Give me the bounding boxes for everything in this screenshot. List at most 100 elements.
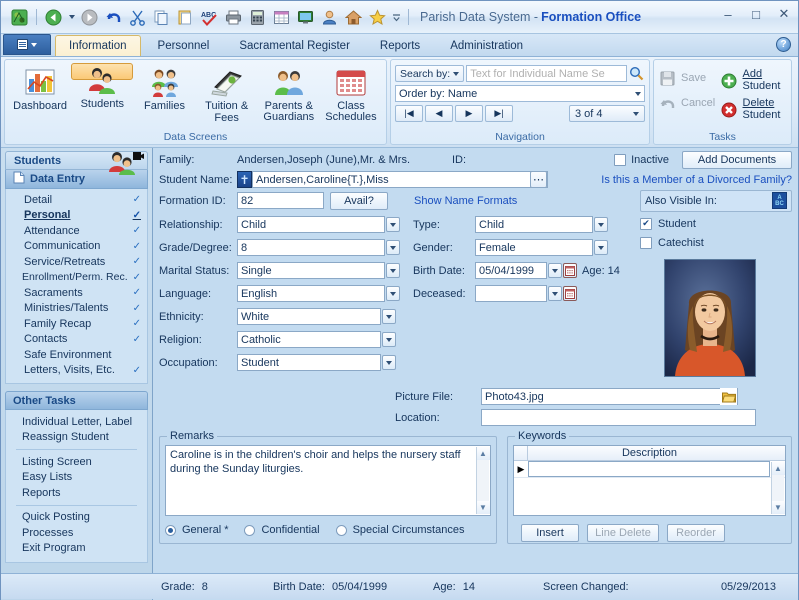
sidebar-item-individual-letter-label[interactable]: Individual Letter, Label xyxy=(6,414,147,430)
inactive-checkbox[interactable] xyxy=(614,154,627,166)
keywords-description-cell[interactable] xyxy=(528,461,770,477)
sidebar-item-contacts[interactable]: Contacts ✓ xyxy=(6,332,147,348)
chevron-down-icon[interactable] xyxy=(548,263,562,278)
occupation-select[interactable]: Student xyxy=(237,354,381,371)
student-name-ellipsis-button[interactable]: ⋯ xyxy=(530,171,547,188)
sidebar-item-reassign-student[interactable]: Reassign Student xyxy=(6,430,147,446)
sidebar-item-family-recap[interactable]: Family Recap ✓ xyxy=(6,316,147,332)
table-icon[interactable] xyxy=(271,7,292,28)
calendar-picker-icon[interactable] xyxy=(563,263,577,278)
location-input[interactable] xyxy=(481,409,756,426)
tab-personnel[interactable]: Personnel xyxy=(145,35,223,56)
language-select[interactable]: English xyxy=(237,285,385,302)
record-counter-dropdown[interactable]: 3 of 4 xyxy=(569,105,645,122)
back-dropdown-icon[interactable] xyxy=(67,7,76,28)
line-delete-button[interactable]: Line Delete xyxy=(587,524,659,542)
tab-information[interactable]: Information xyxy=(55,35,141,56)
search-icon[interactable] xyxy=(628,65,645,82)
sidebar-item-communication[interactable]: Communication ✓ xyxy=(6,239,147,255)
sidebar-item-sacraments[interactable]: Sacraments ✓ xyxy=(6,285,147,301)
forward-icon[interactable] xyxy=(79,7,100,28)
abc-icon[interactable]: A BC xyxy=(772,192,787,209)
close-button[interactable]: ✕ xyxy=(776,6,792,22)
app-logo-icon[interactable] xyxy=(9,7,30,28)
ribbon-button-dashboard[interactable]: Dashboard xyxy=(9,63,71,127)
sidebar-item-safe-environment[interactable]: Safe Environment xyxy=(6,347,147,363)
relationship-select[interactable]: Child xyxy=(237,216,385,233)
avail-button[interactable]: Avail? xyxy=(330,191,388,210)
minimize-button[interactable]: – xyxy=(720,6,736,22)
sidebar-item-detail[interactable]: Detail ✓ xyxy=(6,192,147,208)
catechist-checkbox[interactable] xyxy=(640,236,652,249)
contact-icon[interactable] xyxy=(319,7,340,28)
home-icon[interactable] xyxy=(343,7,364,28)
keywords-scrollbar[interactable]: ▲ ▼ xyxy=(771,462,785,514)
remarks-radio-general[interactable] xyxy=(165,524,176,536)
add-student-button[interactable]: Add Student xyxy=(720,68,787,92)
grade-degree-select[interactable]: 8 xyxy=(237,239,385,256)
paste-icon[interactable] xyxy=(175,7,196,28)
tab-administration[interactable]: Administration xyxy=(437,35,536,56)
favorites-icon[interactable] xyxy=(367,7,388,28)
ribbon-button-students[interactable]: Students xyxy=(71,63,134,110)
deceased-input[interactable] xyxy=(475,285,547,302)
sidebar-item-easy-lists[interactable]: Easy Lists xyxy=(6,470,147,486)
formation-id-input[interactable]: 82 xyxy=(237,192,324,209)
cut-icon[interactable] xyxy=(127,7,148,28)
search-by-button[interactable]: Search by: xyxy=(395,65,465,82)
save-button[interactable]: Save xyxy=(658,69,720,88)
application-menu-button[interactable] xyxy=(3,34,51,55)
type-select[interactable]: Child xyxy=(475,216,593,233)
chevron-down-icon[interactable] xyxy=(386,217,400,232)
picture-file-input[interactable]: Photo43.jpg xyxy=(481,388,738,405)
order-by-select[interactable]: Order by: Name xyxy=(395,85,645,102)
chevron-down-icon[interactable] xyxy=(386,286,400,301)
ribbon-button-families[interactable]: Families xyxy=(133,63,195,127)
print-icon[interactable] xyxy=(223,7,244,28)
scroll-down-icon[interactable]: ▼ xyxy=(476,501,490,514)
scroll-up-icon[interactable]: ▲ xyxy=(771,462,785,475)
last-record-button[interactable]: ▶| xyxy=(485,105,513,122)
search-input[interactable]: Text for Individual Name Se xyxy=(466,65,627,82)
cancel-button[interactable]: Cancel xyxy=(658,94,720,113)
ribbon-button-tuition-fees[interactable]: Tuition & Fees xyxy=(196,63,258,127)
first-record-button[interactable]: |◀ xyxy=(395,105,423,122)
sidebar-item-letters-visits-etc[interactable]: Letters, Visits, Etc. ✓ xyxy=(6,363,147,379)
sidebar-item-personal[interactable]: Personal ✓ xyxy=(6,208,147,224)
tab-reports[interactable]: Reports xyxy=(367,35,433,56)
screen-icon[interactable] xyxy=(295,7,316,28)
ethnicity-select[interactable]: White xyxy=(237,308,381,325)
calendar-picker-icon[interactable] xyxy=(563,286,577,301)
sidebar-item-listing-screen[interactable]: Listing Screen xyxy=(6,454,147,470)
sidebar-item-processes[interactable]: Processes xyxy=(6,525,147,541)
scroll-down-icon[interactable]: ▼ xyxy=(771,501,785,514)
ribbon-button-parents-guardians[interactable]: Parents & Guardians xyxy=(258,63,320,127)
folder-browse-icon[interactable] xyxy=(720,388,737,405)
customize-icon[interactable] xyxy=(391,7,402,28)
remarks-radio-special[interactable] xyxy=(335,524,347,536)
remarks-scrollbar[interactable]: ▲ ▼ xyxy=(476,447,490,514)
insert-button[interactable]: Insert xyxy=(521,524,579,542)
help-icon[interactable]: ? xyxy=(776,37,791,52)
chevron-down-icon[interactable] xyxy=(386,263,400,278)
table-row[interactable]: ▶ xyxy=(514,461,785,478)
keywords-grid[interactable]: Description ▶ ▲ ▼ xyxy=(513,445,786,516)
divorced-family-question[interactable]: Is this a Member of a Divorced Family? xyxy=(601,174,792,186)
next-record-button[interactable]: ▶ xyxy=(455,105,483,122)
copy-icon[interactable] xyxy=(151,7,172,28)
chevron-down-icon[interactable] xyxy=(386,240,400,255)
religion-select[interactable]: Catholic xyxy=(237,331,381,348)
undo-icon[interactable] xyxy=(103,7,124,28)
ribbon-button-class-schedules[interactable]: Class Schedules xyxy=(320,63,382,127)
gender-select[interactable]: Female xyxy=(475,239,593,256)
sidebar-item-ministries-talents[interactable]: Ministries/Talents ✓ xyxy=(6,301,147,317)
calculator-icon[interactable] xyxy=(247,7,268,28)
show-name-formats-link[interactable]: Show Name Formats xyxy=(414,195,517,207)
sidebar-item-exit-program[interactable]: Exit Program xyxy=(6,541,147,557)
maximize-button[interactable]: □ xyxy=(748,6,764,22)
sidebar-item-enrollment-perm-rec[interactable]: Enrollment/Perm. Rec. ✓ xyxy=(6,270,147,286)
sidebar-section-other-tasks[interactable]: Other Tasks xyxy=(5,391,148,410)
chevron-down-icon[interactable] xyxy=(594,240,608,255)
remarks-radio-confidential[interactable] xyxy=(244,524,256,536)
scroll-up-icon[interactable]: ▲ xyxy=(476,447,490,460)
